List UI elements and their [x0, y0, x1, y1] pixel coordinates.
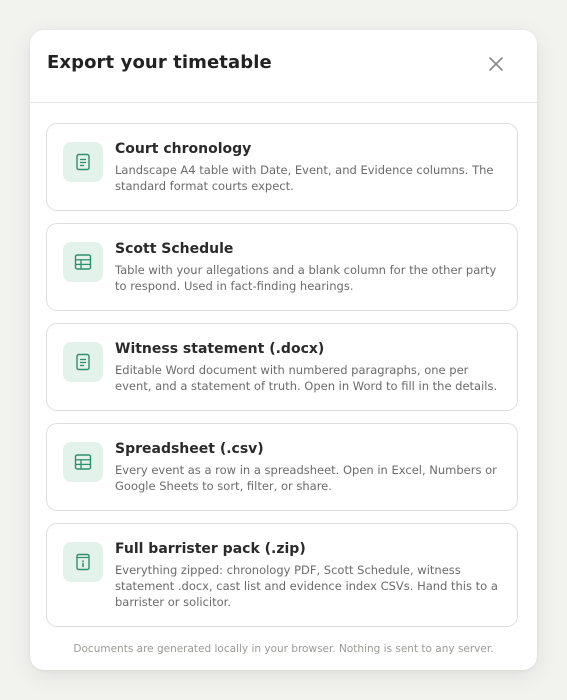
option-title: Witness statement (.docx)	[115, 341, 325, 357]
option-description: Everything zipped: chronology PDF, Scott…	[115, 563, 498, 609]
document-icon	[76, 153, 90, 171]
table-icon	[74, 454, 92, 470]
option-title: Scott Schedule	[115, 241, 234, 257]
archive-icon	[76, 553, 90, 571]
option-description: Editable Word document with numbered par…	[115, 363, 498, 393]
option-description: Landscape A4 table with Date, Event, and…	[115, 163, 494, 193]
export-dialog: Export your timetable Court chronology L…	[30, 30, 537, 670]
dialog-header: Export your timetable	[30, 30, 537, 103]
option-witness-statement[interactable]: Witness statement (.docx) Editable Word …	[46, 323, 518, 411]
export-options-list: Court chronology Landscape A4 table with…	[46, 123, 518, 639]
option-icon-box	[63, 442, 103, 482]
privacy-note: Documents are generated locally in your …	[73, 643, 494, 655]
option-description: Table with your allegations and a blank …	[115, 263, 497, 293]
option-barrister-pack[interactable]: Full barrister pack (.zip) Everything zi…	[46, 523, 518, 627]
option-icon-box	[63, 242, 103, 282]
dialog-title: Export your timetable	[47, 52, 272, 73]
close-icon	[489, 57, 503, 71]
option-description: Every event as a row in a spreadsheet. O…	[115, 463, 497, 493]
document-icon	[76, 353, 90, 371]
option-title: Court chronology	[115, 141, 252, 157]
option-icon-box	[63, 542, 103, 582]
table-icon	[74, 254, 92, 270]
option-title: Spreadsheet (.csv)	[115, 441, 264, 457]
option-scott-schedule[interactable]: Scott Schedule Table with your allegatio…	[46, 223, 518, 311]
option-title: Full barrister pack (.zip)	[115, 541, 306, 557]
close-button[interactable]	[486, 54, 506, 74]
option-spreadsheet-csv[interactable]: Spreadsheet (.csv) Every event as a row …	[46, 423, 518, 511]
option-icon-box	[63, 142, 103, 182]
option-court-chronology[interactable]: Court chronology Landscape A4 table with…	[46, 123, 518, 211]
option-icon-box	[63, 342, 103, 382]
